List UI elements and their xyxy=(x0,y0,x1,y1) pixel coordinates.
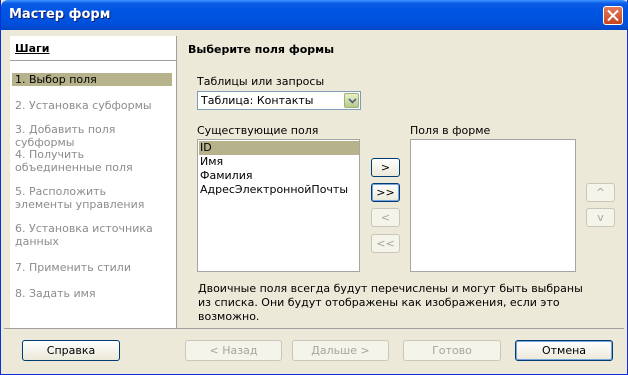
form-fields-list[interactable] xyxy=(410,139,576,272)
binary-fields-note: Двоичные поля всегда будут перечислены и… xyxy=(198,282,583,323)
add-field-button[interactable]: > xyxy=(371,158,400,177)
add-all-fields-button[interactable]: >> xyxy=(371,183,400,202)
step-item-1[interactable]: 1. Выбор поля xyxy=(12,73,172,86)
existing-fields-label: Существующие поля xyxy=(197,124,319,137)
existing-fields-list[interactable]: ID Имя Фамилия АдресЭлектроннойПочты xyxy=(197,139,360,272)
tables-combobox[interactable]: Таблица: Контакты xyxy=(197,91,361,110)
back-button[interactable]: < Назад xyxy=(185,340,282,361)
dialog-body: Шаги 1. Выбор поля 2. Установка субформы… xyxy=(4,30,624,372)
finish-button[interactable]: Готово xyxy=(403,340,501,361)
list-item[interactable]: Имя xyxy=(199,155,359,169)
chevron-down-icon: v xyxy=(597,211,604,224)
step-item-4[interactable]: 4. Получить объединенные поля xyxy=(12,148,167,174)
step-item-8[interactable]: 8. Задать имя xyxy=(12,287,172,300)
window-title: Мастер форм xyxy=(9,7,111,22)
tables-combobox-value: Таблица: Контакты xyxy=(201,94,314,107)
move-up-button[interactable]: ^ xyxy=(586,183,615,202)
step-item-5[interactable]: 5. Расположить элементы управления xyxy=(12,185,162,211)
steps-panel: Шаги 1. Выбор поля 2. Установка субформы… xyxy=(10,36,177,328)
remove-field-button[interactable]: < xyxy=(371,208,400,227)
steps-divider xyxy=(10,60,176,61)
list-item[interactable]: Фамилия xyxy=(199,169,359,183)
list-item[interactable]: АдресЭлектроннойПочты xyxy=(199,183,359,197)
page-title: Выберите поля формы xyxy=(188,43,335,56)
move-down-button[interactable]: v xyxy=(586,208,615,227)
cancel-button[interactable]: Отмена xyxy=(515,340,613,361)
step-item-2[interactable]: 2. Установка субформы xyxy=(12,99,172,112)
next-button[interactable]: Дальше > xyxy=(292,340,389,361)
close-icon xyxy=(607,10,619,21)
form-fields-label: Поля в форме xyxy=(410,124,491,137)
help-button[interactable]: Справка xyxy=(22,340,120,361)
remove-all-fields-button[interactable]: << xyxy=(371,234,400,253)
steps-title: Шаги xyxy=(15,42,50,55)
step-item-7[interactable]: 7. Применить стили xyxy=(12,261,172,274)
list-item[interactable]: ID xyxy=(199,141,359,155)
footer-divider xyxy=(4,328,624,329)
combobox-dropdown-button[interactable] xyxy=(344,93,359,108)
tables-label: Таблицы или запросы xyxy=(197,75,325,88)
chevron-up-icon: ^ xyxy=(595,186,606,199)
chevron-down-icon xyxy=(348,98,357,104)
step-item-3[interactable]: 3. Добавить поля субформы xyxy=(12,123,172,149)
form-wizard-window: Мастер форм Шаги 1. Выбор поля 2. Устано… xyxy=(0,0,628,375)
close-button[interactable] xyxy=(603,6,623,25)
title-bar[interactable]: Мастер форм xyxy=(1,0,628,30)
step-item-6[interactable]: 6. Установка источника данных xyxy=(12,222,162,248)
